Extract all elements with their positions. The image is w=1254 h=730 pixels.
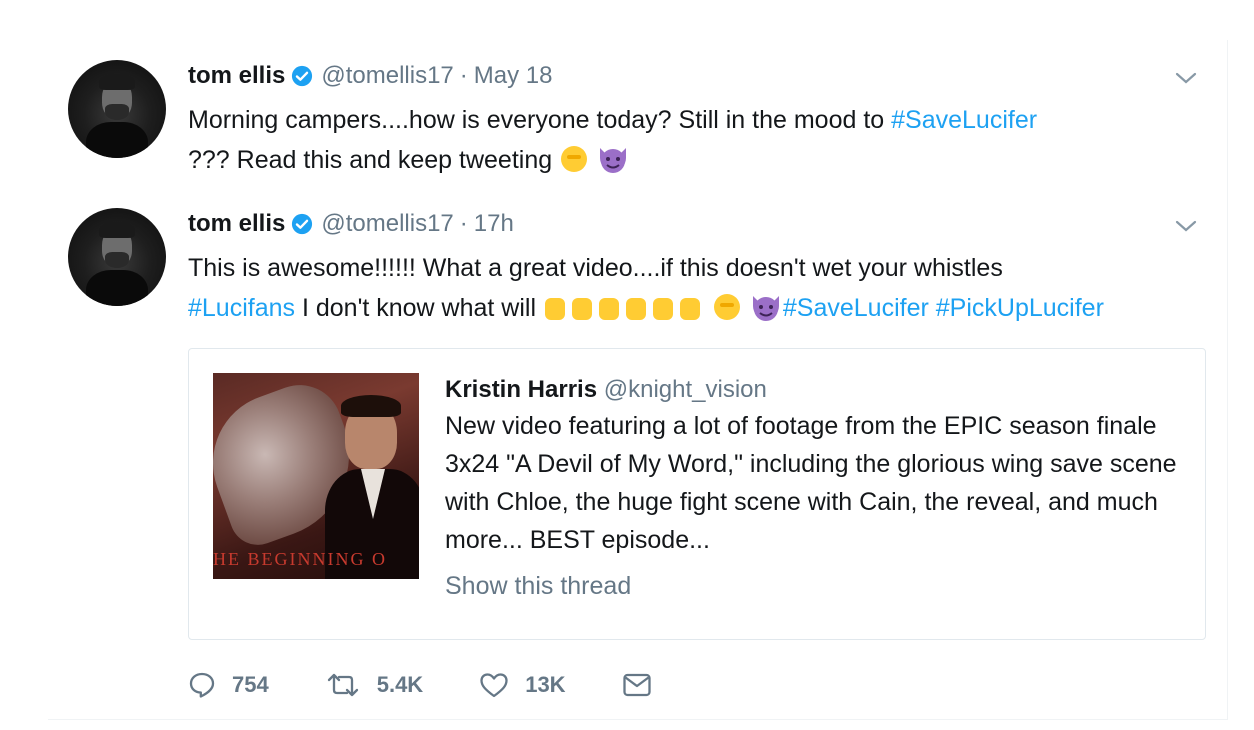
tweet-header: tom ellis @tomellis17 · 17h: [188, 208, 514, 240]
retweet-button[interactable]: 5.4K: [325, 671, 423, 699]
smiling-imp-emoji: [752, 296, 779, 321]
raised-hands-emoji: [544, 298, 700, 320]
verified-icon: [292, 65, 313, 87]
caret-down-icon[interactable]: [1174, 218, 1198, 234]
timestamp[interactable]: May 18: [474, 62, 553, 90]
like-icon: [480, 673, 508, 698]
display-name[interactable]: tom ellis: [188, 210, 285, 238]
timestamp[interactable]: 17h: [474, 210, 514, 238]
tweet-text-part: I don't know what will: [295, 294, 543, 322]
caret-down-icon[interactable]: [1174, 70, 1198, 86]
reply-button[interactable]: 754: [188, 671, 269, 699]
avatar[interactable]: [68, 60, 166, 158]
fist-emoji: [561, 146, 588, 172]
quoted-user-handle[interactable]: @knight_vision: [604, 376, 767, 403]
user-handle[interactable]: @tomellis17: [321, 62, 453, 90]
tweet-text-part: Morning campers....how is everyone today…: [188, 106, 892, 134]
tweet-timeline: tom ellis @tomellis17 · May 18 Morning c…: [48, 40, 1228, 720]
tweet-header: tom ellis @tomellis17 · May 18: [188, 60, 552, 92]
separator-dot: ·: [459, 62, 468, 89]
tweet[interactable]: tom ellis @tomellis17 · May 18 Morning c…: [48, 60, 1228, 200]
smiling-imp-emoji: [600, 148, 627, 173]
tweet-text-part: This is awesome!!!!!! What a great video…: [188, 254, 1003, 282]
separator-dot: ·: [459, 210, 468, 237]
verified-icon: [292, 213, 313, 235]
direct-message-button[interactable]: [622, 672, 668, 698]
quoted-tweet-card[interactable]: HE BEGINNING O Kristin Harris @knight_vi…: [188, 348, 1206, 640]
tweet-text: Morning campers....how is everyone today…: [188, 100, 1208, 180]
fist-emoji: [713, 294, 740, 320]
quoted-tweet-thumbnail[interactable]: HE BEGINNING O: [213, 373, 419, 579]
like-button[interactable]: 13K: [479, 671, 566, 699]
tweet-actions: 754 5.4K 13K: [188, 668, 724, 702]
tweet-text: This is awesome!!!!!! What a great video…: [188, 248, 1208, 328]
user-handle[interactable]: @tomellis17: [321, 210, 453, 238]
quoted-tweet-header: Kristin Harris @knight_vision: [445, 373, 1185, 407]
quoted-display-name[interactable]: Kristin Harris: [445, 376, 597, 403]
avatar[interactable]: [68, 208, 166, 306]
show-thread-link[interactable]: Show this thread: [445, 569, 1185, 603]
quoted-tweet-content: Kristin Harris @knight_vision New video …: [445, 373, 1185, 603]
display-name[interactable]: tom ellis: [188, 62, 285, 90]
quoted-tweet-text: New video featuring a lot of footage fro…: [445, 412, 1177, 554]
like-count: 13K: [525, 672, 566, 697]
thumbnail-caption: HE BEGINNING O: [213, 549, 387, 569]
retweet-count: 5.4K: [376, 672, 424, 697]
tweet-text-part: ??? Read this and keep tweeting: [188, 146, 560, 174]
hashtag-link[interactable]: #SaveLucifer: [891, 106, 1037, 134]
message-icon: [622, 673, 651, 697]
reply-icon: [189, 672, 215, 698]
reply-count: 754: [232, 672, 269, 697]
retweet-icon: [327, 673, 358, 697]
hashtag-link[interactable]: #SaveLucifer: [783, 294, 929, 322]
hashtag-link[interactable]: #Lucifans: [188, 294, 295, 322]
tweet[interactable]: tom ellis @tomellis17 · 17h This is awes…: [48, 208, 1228, 720]
hashtag-link[interactable]: #PickUpLucifer: [936, 294, 1104, 322]
